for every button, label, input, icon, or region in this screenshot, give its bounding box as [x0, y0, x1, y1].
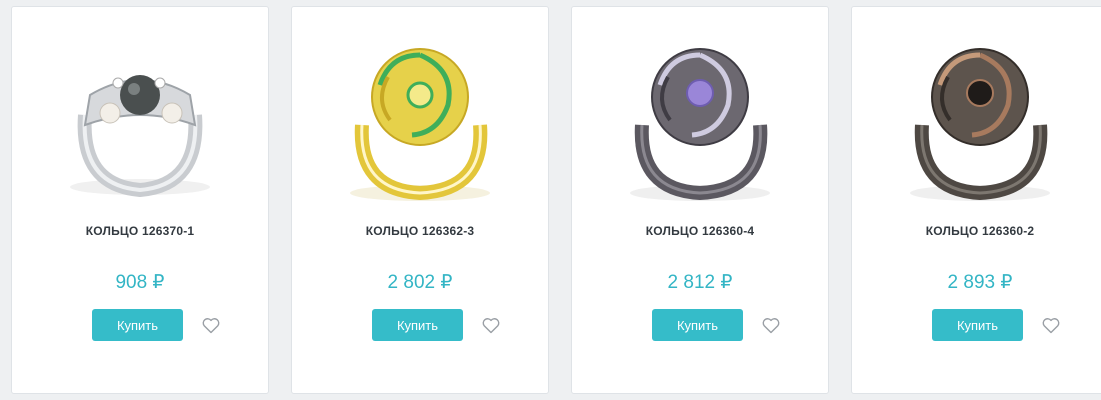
buy-button[interactable]: Купить [372, 309, 463, 341]
product-title[interactable]: КОЛЬЦО 126362-3 [292, 224, 548, 238]
product-card[interactable]: КОЛЬЦО 126362-3 2 802 ₽ Купить [291, 6, 549, 394]
product-image[interactable] [880, 25, 1080, 205]
product-image[interactable] [40, 25, 240, 205]
buy-button[interactable]: Купить [932, 309, 1023, 341]
product-image[interactable] [320, 25, 520, 205]
silver-pearl-ring-image [70, 75, 210, 198]
product-price: 908 ₽ [115, 272, 165, 293]
black-brown-stone-ring-image [910, 48, 1050, 201]
buy-button[interactable]: Купить [652, 309, 743, 341]
gold-green-stone-ring-image [350, 48, 490, 201]
product-title[interactable]: КОЛЬЦО 126360-4 [572, 224, 828, 238]
product-card[interactable]: КОЛЬЦО 126360-4 2 812 ₽ Купить [571, 6, 829, 394]
product-price: 2 802 ₽ [387, 272, 453, 293]
buy-button[interactable]: Купить [92, 309, 183, 341]
product-price: 2 812 ₽ [667, 272, 733, 293]
heart-icon[interactable] [482, 317, 500, 334]
product-title[interactable]: КОЛЬЦО 126360-2 [852, 224, 1101, 238]
product-card[interactable]: КОЛЬЦО 126360-2 2 893 ₽ Купить [851, 6, 1101, 394]
heart-icon[interactable] [1042, 317, 1060, 334]
heart-icon[interactable] [762, 317, 780, 334]
heart-icon[interactable] [202, 317, 220, 334]
product-image[interactable] [600, 25, 800, 205]
product-title[interactable]: КОЛЬЦО 126370-1 [12, 224, 268, 238]
product-card[interactable]: КОЛЬЦО 126370-1 908 ₽ Купить [11, 6, 269, 394]
product-price: 2 893 ₽ [947, 272, 1013, 293]
black-purple-stone-ring-image [630, 48, 770, 201]
product-grid: КОЛЬЦО 126370-1 908 ₽ Купить КОЛЬЦО 1263… [0, 0, 1101, 400]
